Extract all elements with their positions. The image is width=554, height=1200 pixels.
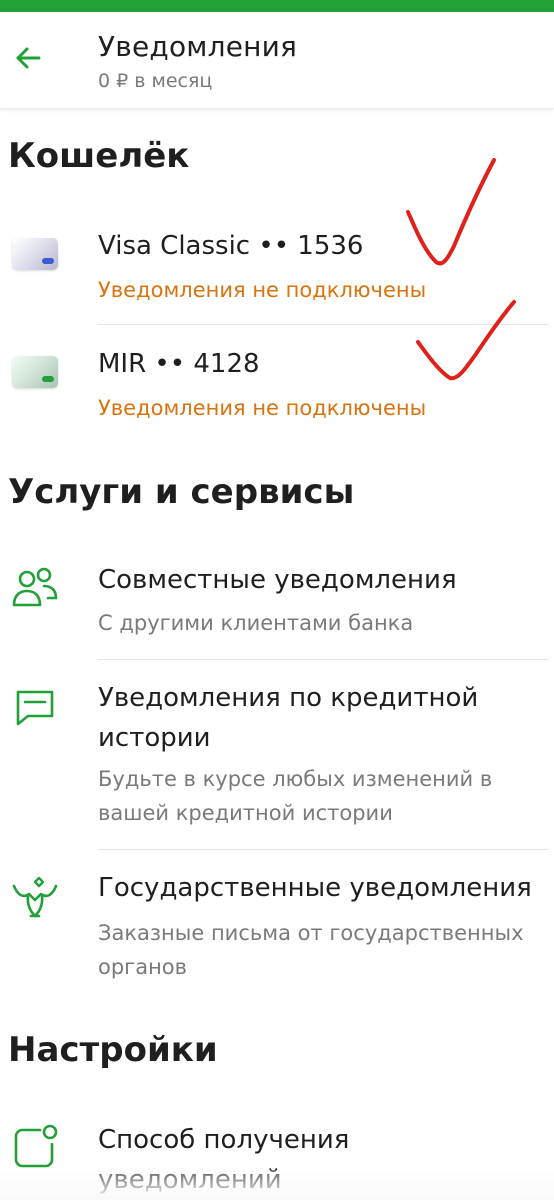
card-icon [12, 356, 58, 388]
back-button[interactable] [8, 38, 48, 78]
status-bar [0, 0, 554, 12]
arrow-left-icon [16, 47, 41, 69]
card-status: Уведомления не подключены [98, 278, 427, 302]
section-title-services: Услуги и сервисы [8, 472, 355, 512]
card-row-mir[interactable]: MIR •• 4128 Уведомления не подключены [0, 330, 554, 442]
service-title: Уведомления по кредитной истории [98, 683, 479, 753]
card-chip-icon [42, 258, 54, 264]
card-status: Уведомления не подключены [98, 396, 427, 420]
notification-app-icon [14, 1124, 58, 1168]
divider [98, 849, 548, 850]
page-title: Уведомления [98, 30, 298, 63]
service-title: Совместные уведомления [98, 565, 457, 595]
card-chip-icon [42, 376, 54, 382]
section-title-settings: Настройки [8, 1030, 218, 1070]
service-title: Государственные уведомления [98, 873, 532, 903]
service-row-credit-history[interactable]: Уведомления по кредитной истории Будьте … [0, 672, 554, 848]
card-row-visa[interactable]: Visa Classic •• 1536 Уведомления не подк… [0, 212, 554, 324]
navigation-bar [0, 1170, 554, 1200]
emblem-icon [12, 876, 58, 918]
section-title-wallet: Кошелёк [8, 136, 190, 176]
app-header: Уведомления 0 ₽ в месяц [0, 12, 554, 109]
service-row-joint-notifications[interactable]: Совместные уведомления С другими клиента… [0, 556, 554, 658]
message-icon [16, 690, 54, 726]
divider [98, 659, 548, 660]
card-name: Visa Classic •• 1536 [98, 231, 364, 261]
service-subtitle: Заказные письма от государственных орган… [98, 921, 524, 979]
card-name: MIR •• 4128 [98, 349, 260, 379]
divider [98, 324, 548, 325]
service-subtitle: С другими клиентами банка [98, 611, 414, 635]
service-subtitle: Будьте в курсе любых изменений в вашей к… [98, 767, 493, 825]
card-icon [12, 238, 58, 270]
users-icon [12, 567, 58, 607]
service-row-government-notifications[interactable]: Государственные уведомления Заказные пис… [0, 862, 554, 992]
page-subtitle: 0 ₽ в месяц [98, 70, 213, 92]
